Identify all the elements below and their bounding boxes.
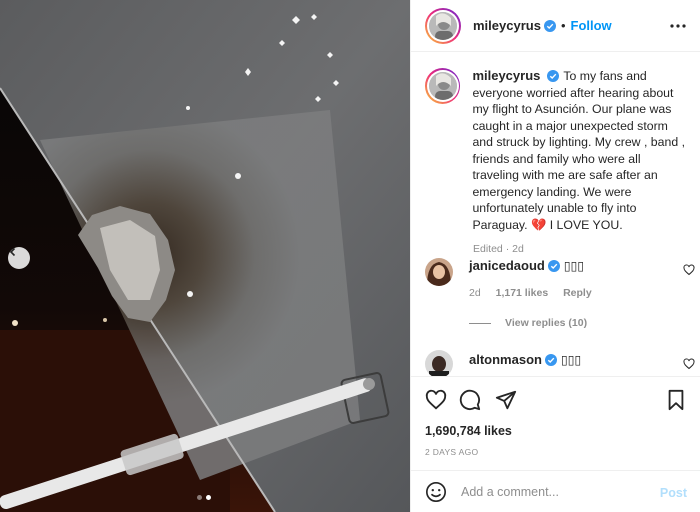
caption: mileycyrus To my fans and everyone worrie… <box>425 68 687 255</box>
verified-badge-icon <box>543 19 556 32</box>
caption-username[interactable]: mileycyrus <box>472 68 540 83</box>
comment-reply-button[interactable]: Reply <box>563 287 592 299</box>
caption-text: To my fans and everyone worried after he… <box>472 69 685 232</box>
action-bar <box>411 376 700 420</box>
verified-badge-icon <box>547 70 560 82</box>
view-replies-label: View replies (10) <box>505 317 588 329</box>
more-horizontal-icon[interactable] <box>669 18 687 34</box>
plane-wing-image <box>0 0 410 512</box>
verified-badge-icon <box>547 260 560 272</box>
post-details-panel: mileycyrus • Follow mileycyrus To my fan… <box>410 0 700 512</box>
username[interactable]: mileycyrus <box>473 18 541 33</box>
post-comment-button[interactable]: Post <box>660 486 687 500</box>
separator-dot: • <box>560 18 566 33</box>
post-header: mileycyrus • Follow <box>411 0 700 52</box>
heart-icon[interactable] <box>425 389 447 411</box>
comment-text: ▯▯▯ <box>560 353 582 367</box>
emoji-icon[interactable] <box>425 481 447 503</box>
carousel-dot-active <box>206 495 211 500</box>
carousel-indicator <box>197 495 211 500</box>
heart-icon[interactable] <box>683 264 695 276</box>
comment-item: janicedaoud ▯▯▯ 2d 1,171 likes Reply <box>425 258 695 318</box>
comment-username[interactable]: janicedaoud <box>469 258 545 273</box>
profile-photo <box>429 11 457 40</box>
heart-icon[interactable] <box>683 358 695 370</box>
comment-avatar[interactable] <box>425 350 453 376</box>
comment-age: 2d <box>469 287 481 299</box>
avatar[interactable] <box>425 7 461 44</box>
profile-photo <box>428 72 457 100</box>
paper-plane-icon[interactable] <box>495 389 517 411</box>
carousel-prev-button[interactable] <box>8 247 30 269</box>
post-photo[interactable] <box>0 0 410 512</box>
comment-composer: Post <box>411 470 700 512</box>
verified-badge-icon <box>544 354 557 366</box>
bookmark-icon[interactable] <box>665 389 687 411</box>
chevron-left-icon <box>9 247 16 257</box>
profile-photo <box>425 350 453 376</box>
comment-icon[interactable] <box>459 389 481 411</box>
follow-button[interactable]: Follow <box>571 18 612 33</box>
caption-meta: Edited · 2d <box>473 243 524 255</box>
caption-avatar[interactable] <box>425 68 461 104</box>
profile-photo <box>425 258 453 286</box>
comment-likes[interactable]: 1,171 likes <box>496 287 549 299</box>
view-replies-button[interactable]: View replies (10) <box>469 317 587 329</box>
post-age: 2 DAYS AGO <box>425 447 479 457</box>
carousel-dot <box>197 495 202 500</box>
comment-text: ▯▯▯ <box>563 259 585 273</box>
comment-avatar[interactable] <box>425 258 453 286</box>
likes-count[interactable]: 1,690,784 likes <box>425 424 512 438</box>
comment-item: altonmason ▯▯▯ <box>425 350 695 376</box>
comment-username[interactable]: altonmason <box>469 352 542 367</box>
comment-input[interactable] <box>461 484 651 499</box>
